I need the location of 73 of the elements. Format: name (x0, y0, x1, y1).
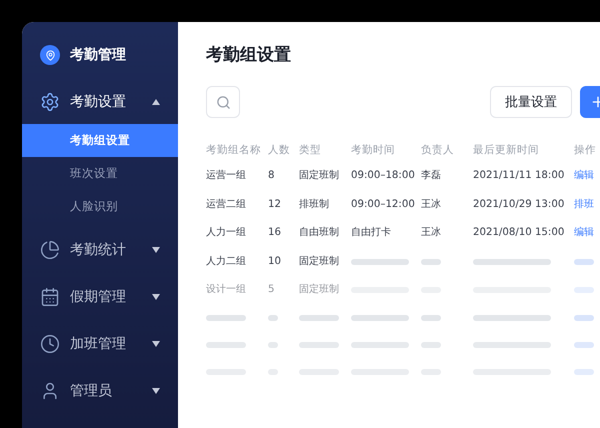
table-cell-text: 运营一组 (206, 168, 247, 183)
action-link[interactable]: 排班 (574, 190, 600, 219)
table-cell-text: 16 (268, 226, 282, 240)
submenu-item[interactable]: 班次设置 (22, 157, 178, 190)
menu-icon (40, 240, 60, 260)
search-icon (216, 94, 230, 110)
table-cell-text: 运营二组 (206, 198, 247, 212)
page-title: 考勤组设置 (206, 44, 292, 67)
table-cell-text: 自由打卡 (351, 226, 392, 240)
loading-placeholder (351, 258, 409, 265)
action-link[interactable]: 编辑 (574, 219, 600, 248)
batch-settings-button[interactable]: 批量设置 (490, 86, 572, 118)
table-cell-text: 王冰 (421, 226, 442, 240)
table-cell-text: 固定班制 (299, 168, 340, 183)
column-header: 最后更新时间 (473, 143, 540, 158)
loading-placeholder (421, 258, 441, 265)
menu-icon (40, 287, 60, 307)
table-cell-text: 2021/10/29 13:00 (473, 198, 566, 212)
loading-placeholder (574, 369, 594, 375)
caret-icon (152, 247, 160, 253)
loading-placeholder (299, 342, 339, 348)
submenu-item[interactable]: 人脸识别 (22, 190, 178, 223)
location-pin-icon (40, 45, 60, 65)
table-cell-text: 人力二组 (206, 254, 247, 268)
menu-item[interactable]: 管理员 (22, 376, 178, 406)
caret-icon (152, 341, 160, 347)
table-cell-text: 10 (268, 254, 282, 268)
column-header: 类型 (299, 143, 322, 158)
menu-item[interactable]: 考勤设置 (22, 87, 178, 117)
table-cell-text: 2021/11/11 18:00 (473, 169, 566, 183)
loading-placeholder (268, 315, 278, 321)
action-link[interactable]: 编辑 (574, 162, 600, 190)
menu-icon (40, 334, 60, 354)
table-cell-text: 5 (268, 283, 276, 297)
menu-item[interactable]: 假期管理 (22, 282, 178, 312)
loading-placeholder (206, 315, 246, 321)
loading-placeholder (421, 315, 441, 321)
caret-icon (152, 294, 160, 300)
submenu-item[interactable]: 考勤组设置 (22, 124, 178, 157)
menu-item[interactable]: 加班管理 (22, 329, 178, 359)
loading-placeholder (299, 315, 339, 321)
table-cell-text: 固定班制 (299, 282, 340, 297)
table-cell-text: 09:00–18:00 (351, 169, 416, 183)
table-cell-text: 设计一组 (206, 282, 247, 297)
column-header: 操作 (574, 143, 597, 158)
table-cell-text: 李磊 (421, 168, 442, 183)
table-cell-text: 人力一组 (206, 226, 247, 240)
table-cell-text: 王冰 (421, 198, 442, 212)
loading-placeholder (206, 342, 246, 348)
table-cell-text: 12 (268, 198, 282, 212)
table-cell-text: 8 (268, 169, 276, 183)
caret-icon (152, 99, 160, 105)
table-cell-text: 排班制 (299, 198, 330, 212)
column-header: 人数 (268, 143, 291, 158)
search-button[interactable] (206, 86, 240, 118)
column-header: 考勤时间 (351, 143, 396, 158)
loading-placeholder (351, 342, 409, 348)
loading-placeholder (268, 342, 278, 348)
table-cell-text: 09:00–12:00 (351, 198, 416, 212)
loading-placeholder (574, 342, 594, 348)
column-header: 考勤组名称 (206, 143, 262, 158)
menu-icon (40, 92, 60, 112)
loading-placeholder (421, 342, 441, 348)
app-title: 考勤管理 (70, 46, 126, 64)
caret-icon (152, 388, 160, 394)
table-cell-text: 2021/08/10 15:00 (473, 226, 566, 240)
table-cell-text: 自由班制 (299, 226, 340, 240)
loading-placeholder (351, 315, 409, 321)
loading-placeholder (574, 315, 594, 321)
column-header: 负责人 (421, 143, 455, 158)
loading-placeholder (574, 258, 594, 265)
table-cell-text: 固定班制 (299, 254, 340, 268)
menu-item[interactable]: 考勤统计 (22, 235, 178, 265)
